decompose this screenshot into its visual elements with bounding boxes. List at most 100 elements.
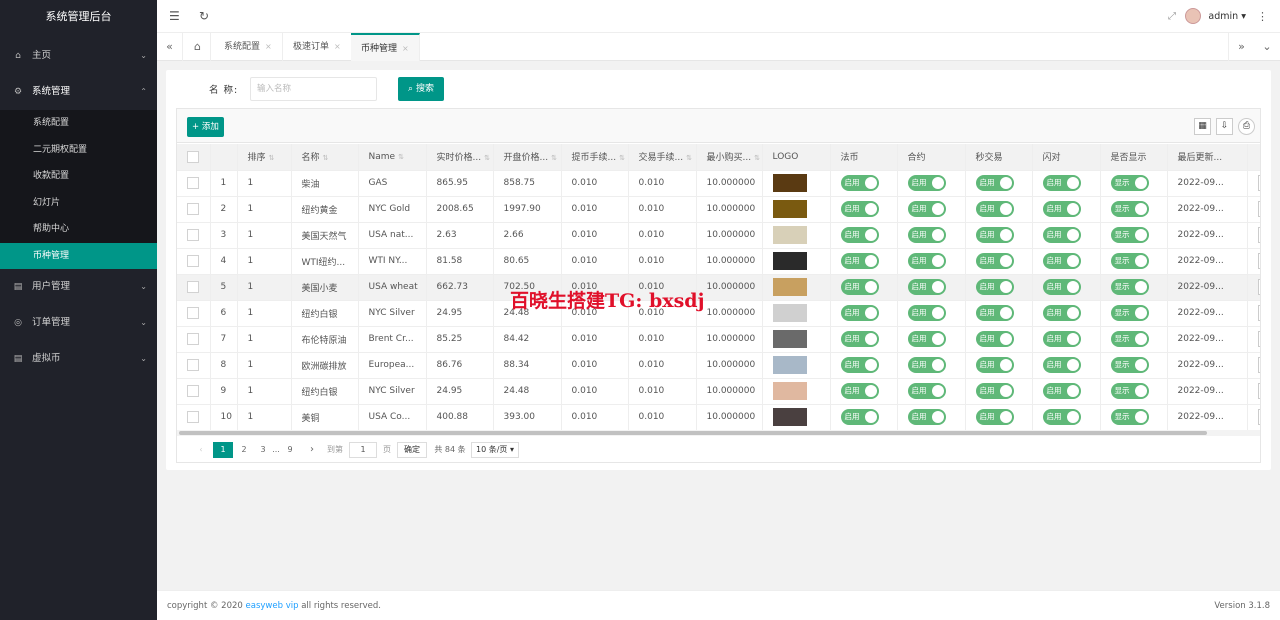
toggle-switch[interactable]: 显示 — [1110, 227, 1149, 243]
add-button[interactable]: + 添加 — [187, 117, 224, 137]
home-tab-icon[interactable]: ⌂ — [185, 33, 211, 61]
toggle-switch[interactable]: 启用 — [907, 253, 946, 269]
tabs-scroll-left-icon[interactable]: « — [157, 33, 183, 61]
sidebar-item-users[interactable]: ▤ 用户管理 ⌄ — [0, 269, 157, 305]
row-checkbox[interactable] — [177, 404, 211, 430]
toggle-switch[interactable]: 启用 — [1042, 175, 1081, 191]
table-row[interactable]: 5 1 美国小麦 USA wheat 662.73 702.50 0.010 0… — [177, 274, 1260, 301]
tab-system-config[interactable]: 系统配置 × — [214, 33, 283, 61]
toggle-switch[interactable]: 启用 — [907, 331, 946, 347]
close-icon[interactable]: × — [334, 42, 341, 51]
edit-button[interactable]: 修改 — [1257, 253, 1260, 269]
toggle-switch[interactable]: 显示 — [1110, 331, 1149, 347]
page-9[interactable]: 9 — [283, 442, 297, 458]
toggle-switch[interactable]: 启用 — [907, 201, 946, 217]
row-checkbox[interactable] — [177, 274, 211, 301]
tabs-scroll-right-icon[interactable]: » — [1228, 33, 1254, 61]
toggle-switch[interactable]: 启用 — [975, 253, 1014, 269]
toggle-switch[interactable]: 启用 — [1042, 383, 1081, 399]
sort-icon[interactable]: ⇅ — [269, 154, 275, 162]
toggle-switch[interactable]: 启用 — [907, 383, 946, 399]
row-checkbox[interactable] — [177, 170, 211, 197]
print-icon[interactable]: ⎙ — [1238, 118, 1255, 135]
sort-icon[interactable]: ⇅ — [754, 154, 760, 162]
table-row[interactable]: 6 1 纽约白银 NYC Silver 24.95 24.48 0.010 0.… — [177, 300, 1260, 327]
table-row[interactable]: 3 1 美国天然气 USA nat... 2.63 2.66 0.010 0.0… — [177, 222, 1260, 249]
edit-button[interactable]: 修改 — [1257, 357, 1260, 373]
user-menu[interactable]: admin ▾ — [1185, 0, 1246, 33]
row-checkbox[interactable] — [177, 222, 211, 249]
sidebar-subitem-payment-config[interactable]: 收款配置 — [0, 163, 157, 190]
export-icon[interactable]: ⇩ — [1216, 118, 1233, 135]
toggle-switch[interactable]: 启用 — [840, 175, 879, 191]
col-price[interactable]: 实时价格... ⇅ — [426, 144, 494, 171]
refresh-icon[interactable]: ↻ — [199, 0, 209, 33]
sort-icon[interactable]: ⇅ — [484, 154, 490, 162]
col-trade-fee[interactable]: 交易手续... ⇅ — [628, 144, 697, 171]
col-withdraw-fee[interactable]: 提币手续... ⇅ — [561, 144, 629, 171]
table-row[interactable]: 7 1 布伦特原油 Brent Cr... 85.25 84.42 0.010 … — [177, 326, 1260, 353]
scrollbar-thumb[interactable] — [179, 431, 1207, 435]
toggle-switch[interactable]: 启用 — [975, 357, 1014, 373]
col-en-name[interactable]: Name ⇅ — [358, 144, 427, 171]
toggle-switch[interactable]: 显示 — [1110, 253, 1149, 269]
toggle-switch[interactable]: 启用 — [975, 279, 1014, 295]
table-row[interactable]: 8 1 欧洲碳排放 Europea... 86.76 88.34 0.010 0… — [177, 352, 1260, 379]
edit-button[interactable]: 修改 — [1257, 305, 1260, 321]
sidebar-subitem-slides[interactable]: 幻灯片 — [0, 190, 157, 217]
sidebar-item-virtual-coin[interactable]: ▤ 虚拟币 ⌄ — [0, 341, 157, 377]
toggle-switch[interactable]: 启用 — [1042, 279, 1081, 295]
toggle-switch[interactable]: 显示 — [1110, 383, 1149, 399]
columns-icon[interactable]: ▦ — [1194, 118, 1211, 135]
toggle-switch[interactable]: 启用 — [1042, 409, 1081, 425]
toggle-switch[interactable]: 启用 — [840, 279, 879, 295]
toggle-switch[interactable]: 启用 — [840, 253, 879, 269]
toggle-switch[interactable]: 启用 — [907, 227, 946, 243]
sidebar-subitem-system-config[interactable]: 系统配置 — [0, 110, 157, 137]
toggle-switch[interactable]: 启用 — [1042, 201, 1081, 217]
toggle-switch[interactable]: 启用 — [975, 175, 1014, 191]
sidebar-item-system[interactable]: ⚙ 系统管理 ⌃ — [0, 74, 157, 110]
toggle-switch[interactable]: 启用 — [840, 227, 879, 243]
toggle-switch[interactable]: 显示 — [1110, 201, 1149, 217]
fullscreen-icon[interactable]: ⤢ — [1168, 0, 1176, 33]
toggle-switch[interactable]: 启用 — [907, 279, 946, 295]
toggle-switch[interactable]: 显示 — [1110, 409, 1149, 425]
toggle-switch[interactable]: 启用 — [1042, 331, 1081, 347]
col-sort[interactable]: 排序 ⇅ — [237, 144, 292, 171]
prev-page-button[interactable]: ‹ — [195, 442, 207, 458]
toggle-switch[interactable]: 启用 — [975, 409, 1014, 425]
table-row[interactable]: 9 1 纽约白银 NYC Silver 24.95 24.48 0.010 0.… — [177, 378, 1260, 405]
close-icon[interactable]: × — [402, 44, 409, 53]
toggle-switch[interactable]: 显示 — [1110, 279, 1149, 295]
toggle-switch[interactable]: 显示 — [1110, 305, 1149, 321]
brand-link[interactable]: easyweb vip — [246, 601, 299, 611]
row-checkbox[interactable] — [177, 196, 211, 223]
sidebar-subitem-help[interactable]: 帮助中心 — [0, 216, 157, 243]
toggle-switch[interactable]: 启用 — [840, 383, 879, 399]
row-checkbox[interactable] — [177, 326, 211, 353]
page-2[interactable]: 2 — [237, 442, 251, 458]
toggle-switch[interactable]: 启用 — [1042, 357, 1081, 373]
select-all-checkbox[interactable] — [177, 144, 211, 171]
toggle-switch[interactable]: 启用 — [1042, 227, 1081, 243]
edit-button[interactable]: 修改 — [1257, 383, 1260, 399]
tab-fast-orders[interactable]: 极速订单 × — [283, 33, 352, 61]
table-row[interactable]: 2 1 纽约黄金 NYC Gold 2008.65 1997.90 0.010 … — [177, 196, 1260, 223]
edit-button[interactable]: 修改 — [1257, 279, 1260, 295]
toggle-switch[interactable]: 启用 — [840, 331, 879, 347]
table-row[interactable]: 10 1 美铜 USA Co... 400.88 393.00 0.010 0.… — [177, 404, 1260, 430]
toggle-switch[interactable]: 启用 — [840, 357, 879, 373]
page-1[interactable]: 1 — [213, 442, 233, 458]
search-input[interactable] — [250, 77, 377, 101]
toggle-switch[interactable]: 启用 — [975, 305, 1014, 321]
sort-icon[interactable]: ⇅ — [551, 154, 557, 162]
toggle-switch[interactable]: 启用 — [1042, 305, 1081, 321]
toggle-switch[interactable]: 显示 — [1110, 357, 1149, 373]
more-icon[interactable]: ⋮ — [1257, 0, 1268, 33]
row-checkbox[interactable] — [177, 300, 211, 327]
edit-button[interactable]: 修改 — [1257, 201, 1260, 217]
toggle-switch[interactable]: 启用 — [907, 409, 946, 425]
goto-confirm-button[interactable]: 确定 — [397, 442, 427, 458]
next-page-button[interactable]: › — [305, 442, 319, 458]
